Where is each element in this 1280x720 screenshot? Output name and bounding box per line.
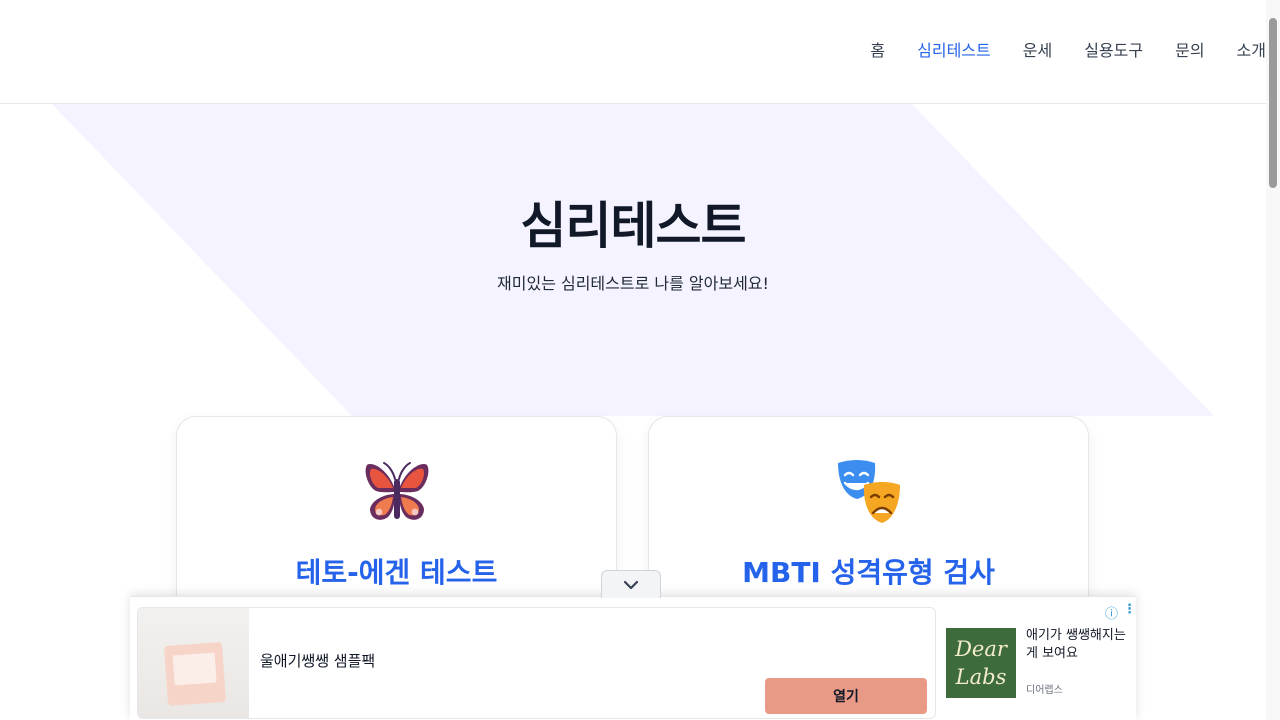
scrollbar-thumb[interactable] [1269, 18, 1277, 188]
nav-tools[interactable]: 실용도구 [1084, 40, 1143, 62]
ad-main-card[interactable]: 울애기쌩쌩 샘플팩 열기 [137, 607, 936, 719]
butterfly-icon [365, 462, 428, 520]
nav-home[interactable]: 홈 [870, 40, 885, 62]
product-pack-graphic [163, 642, 227, 706]
ad-brand-name[interactable]: 디어랩스 [1026, 681, 1063, 696]
ad-menu-icon[interactable]: ⋮ [1123, 602, 1136, 617]
ad-product-image[interactable] [138, 608, 249, 718]
chevron-down-icon [623, 580, 639, 589]
page: 홈 심리테스트 운세 실용도구 문의 소개 심리테스트 재미있는 심리테스트로 … [0, 0, 1280, 720]
page-title: 심리테스트 [520, 197, 747, 255]
page-scrollbar[interactable] [1266, 0, 1280, 720]
nav-fortune[interactable]: 운세 [1023, 40, 1052, 62]
ad-description[interactable]: 애기가 쌩쌩해지는 게 보여요 [1026, 627, 1130, 663]
theater-masks-icon [837, 460, 900, 523]
ad-collapse-button[interactable] [601, 570, 661, 598]
nav-psych-test[interactable]: 심리테스트 [917, 40, 991, 62]
card-title: 테토-에겐 테스트 [295, 556, 498, 589]
page-subtitle: 재미있는 심리테스트로 나를 알아보세요! [497, 274, 769, 293]
logo-line-1: Dear [955, 637, 1007, 661]
ad-open-button[interactable]: 열기 [765, 678, 927, 714]
main-nav: 홈 심리테스트 운세 실용도구 문의 소개 [870, 40, 1266, 62]
anchor-ad: 울애기쌩쌩 샘플팩 열기 Dear Labs 애기가 쌩쌩해지는 게 보여요 디… [130, 596, 1136, 720]
ad-brand-logo[interactable]: Dear Labs [946, 628, 1016, 698]
ad-headline[interactable]: 울애기쌩쌩 샘플팩 [260, 650, 375, 671]
nav-about[interactable]: 소개 [1237, 40, 1266, 62]
site-header: 홈 심리테스트 운세 실용도구 문의 소개 [0, 0, 1266, 104]
hero-background [52, 104, 1214, 416]
nav-contact[interactable]: 문의 [1175, 40, 1204, 62]
ad-info-icon[interactable]: ⓘ [1105, 603, 1118, 622]
logo-line-2: Labs [955, 665, 1007, 689]
product-pack-label [172, 652, 217, 686]
card-title: MBTI 성격유형 검사 [742, 556, 995, 589]
